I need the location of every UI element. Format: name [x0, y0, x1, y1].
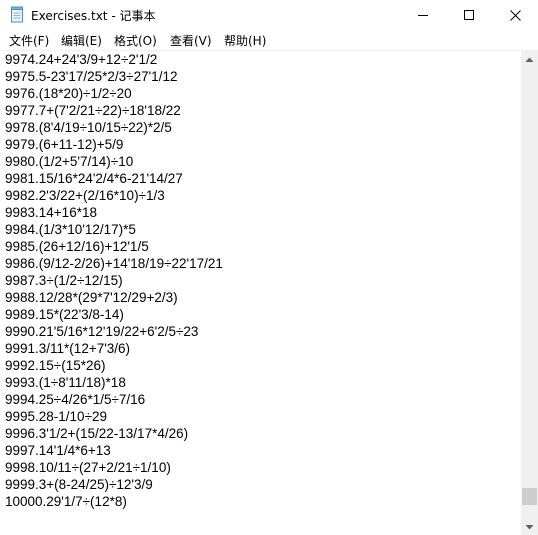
text-line: 9983.14+16*18 — [5, 205, 97, 220]
title-bar[interactable]: Exercises.txt - 记事本 — [0, 0, 538, 30]
text-line: 9974.24+24'3/9+12÷2'1/2 — [5, 52, 158, 67]
notepad-icon — [10, 6, 24, 23]
text-line: 10000.29'1/7÷(12*8) — [5, 494, 127, 509]
menu-help[interactable]: 帮助(H) — [224, 32, 266, 49]
text-line: 9978.(8'4/19÷10/15÷22)*2/5 — [5, 120, 172, 135]
menu-file[interactable]: 文件(F) — [9, 32, 49, 49]
vertical-scrollbar[interactable] — [521, 51, 538, 535]
close-icon — [509, 9, 521, 21]
text-line: 9997.14'1/4*6+13 — [5, 443, 111, 458]
text-line: 9987.3÷(1/2÷12/15) — [5, 273, 123, 288]
close-button[interactable] — [492, 0, 538, 30]
menu-view[interactable]: 查看(V) — [170, 32, 212, 49]
menu-edit[interactable]: 编辑(E) — [61, 32, 102, 49]
menu-format[interactable]: 格式(O) — [114, 32, 157, 49]
text-line: 9998.10/11÷(27+2/21÷1/10) — [5, 460, 171, 475]
maximize-button[interactable] — [446, 0, 492, 30]
menu-bar: 文件(F) 编辑(E) 格式(O) 查看(V) 帮助(H) — [0, 30, 538, 50]
text-line: 9979.(6+11-12)+5/9 — [5, 137, 124, 152]
text-line: 9989.15*(22'3/8-14) — [5, 307, 124, 322]
text-editor[interactable]: 9974.24+24'3/9+12÷2'1/2 9975.5-23'17/25*… — [0, 51, 521, 535]
text-line: 9985.(26+12/16)+12'1/5 — [5, 239, 149, 254]
text-line: 9996.3'1/2+(15/22-13/17*4/26) — [5, 426, 189, 441]
maximize-icon — [464, 10, 474, 20]
text-line: 9995.28-1/10÷29 — [5, 409, 107, 424]
text-line: 9977.7+(7'2/21÷22)÷18'18/22 — [5, 103, 181, 118]
text-line: 9993.(1÷8'11/18)*18 — [5, 375, 126, 390]
text-line: 9991.3/11*(12+7'3/6) — [5, 341, 131, 356]
scroll-up-button[interactable] — [521, 51, 538, 68]
scroll-thumb[interactable] — [522, 488, 537, 505]
text-line: 9988.12/28*(29*7'12/29+2/3) — [5, 290, 178, 305]
minimize-button[interactable] — [400, 0, 446, 30]
scroll-down-button[interactable] — [521, 518, 538, 535]
text-line: 9992.15÷(15*26) — [5, 358, 106, 373]
text-line: 9976.(18*20)÷1/2÷20 — [5, 86, 132, 101]
text-line: 9986.(9/12-2/26)+14'18/19÷22'17/21 — [5, 256, 223, 271]
text-line: 9984.(1/3*10'12/17)*5 — [5, 222, 136, 237]
notepad-window: Exercises.txt - 记事本 文件(F) 编辑(E) 格式(O) 查看… — [0, 0, 538, 535]
text-line: 9975.5-23'17/25*2/3÷27'1/12 — [5, 69, 178, 84]
chevron-down-icon — [525, 524, 534, 529]
minimize-icon — [418, 15, 428, 16]
text-line: 9994.25÷4/26*1/5÷7/16 — [5, 392, 146, 407]
text-line: 9999.3+(8-24/25)÷12'3/9 — [5, 477, 153, 492]
text-line: 9980.(1/2+5'7/14)÷10 — [5, 154, 134, 169]
text-line: 9990.21'5/16*12'19/22+6'2/5÷23 — [5, 324, 199, 339]
chevron-up-icon — [525, 57, 534, 62]
text-line: 9981.15/16*24'2/4*6-21'14/27 — [5, 171, 183, 186]
text-line: 9982.2'3/22+(2/16*10)÷1/3 — [5, 188, 165, 203]
window-title: Exercises.txt - 记事本 — [31, 9, 156, 23]
